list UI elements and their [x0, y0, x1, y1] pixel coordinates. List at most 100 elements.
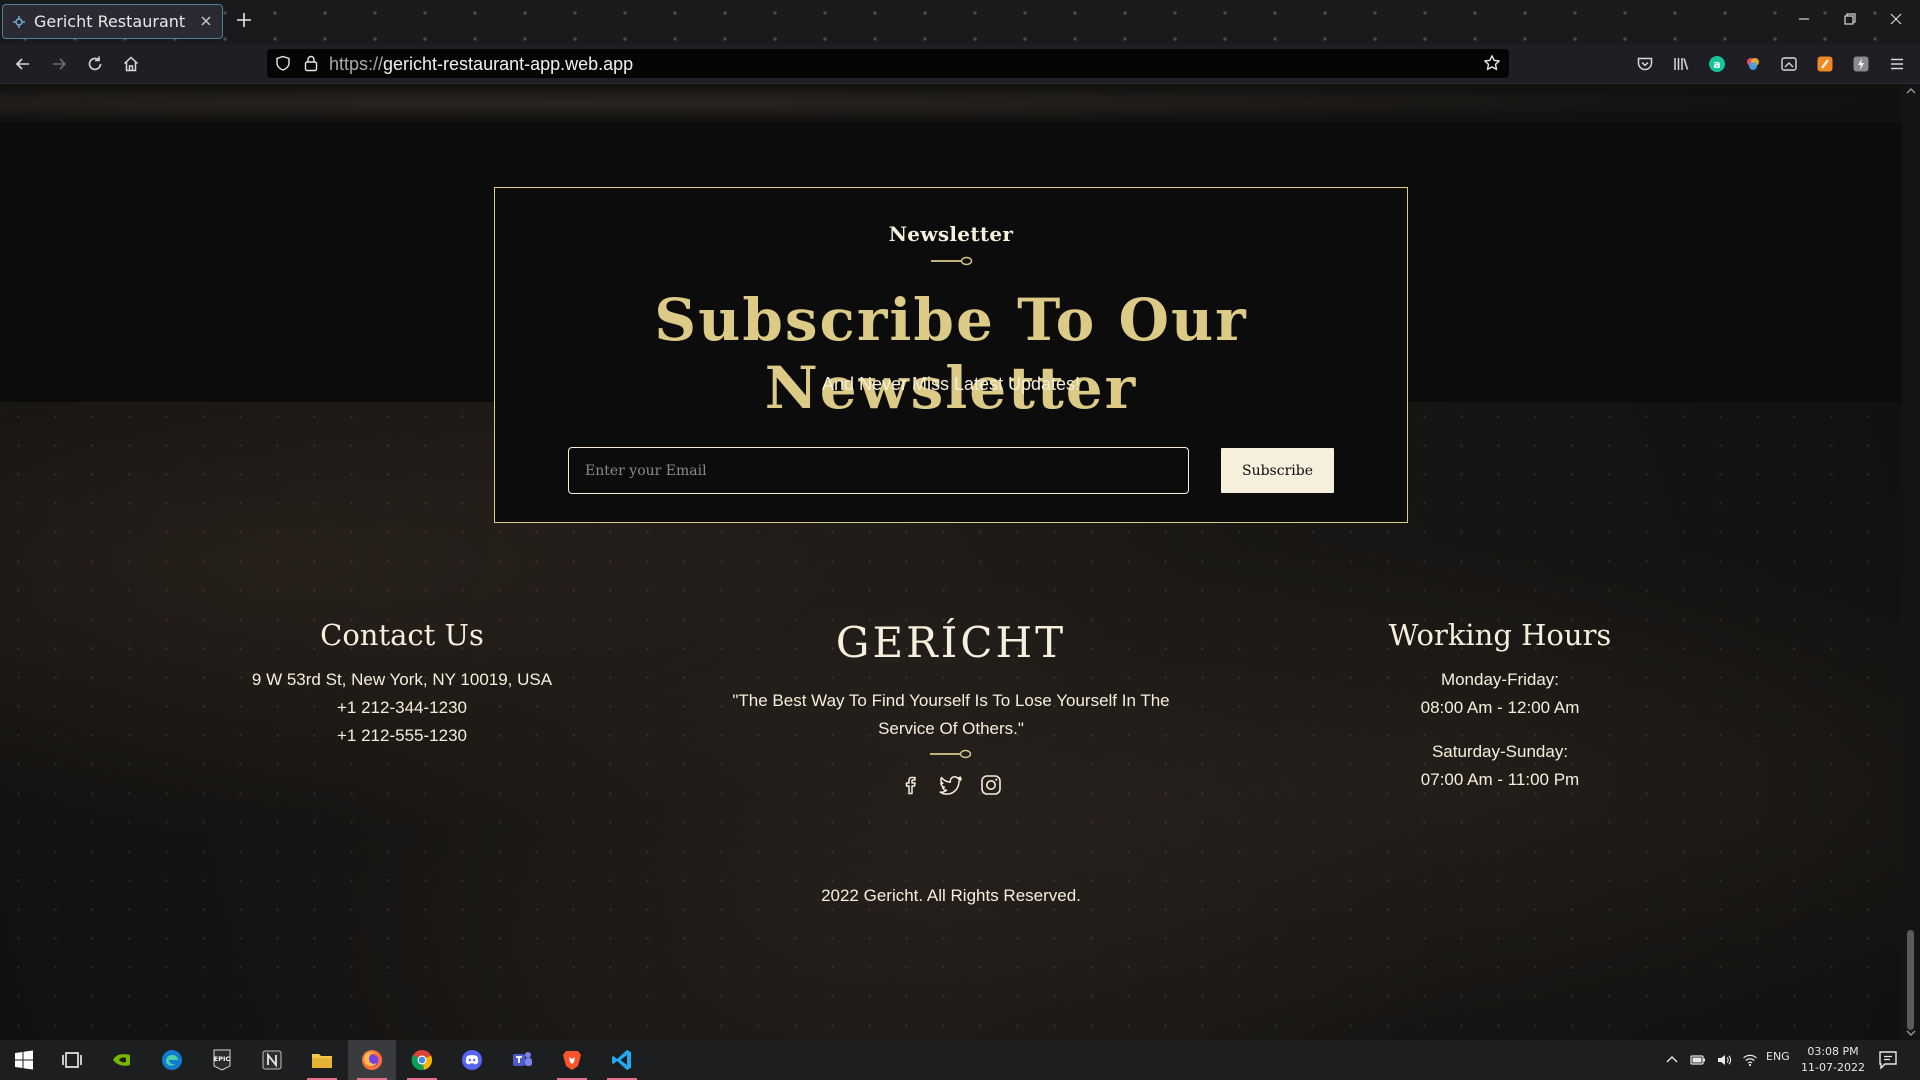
show-hidden-icons-icon[interactable] [1664, 1052, 1680, 1068]
instagram-icon[interactable] [979, 773, 1003, 797]
contact-phone: +1 212-555-1230 [337, 726, 467, 745]
vscode-app[interactable] [598, 1040, 646, 1080]
svg-text:EPIC: EPIC [214, 1055, 231, 1063]
spoon-divider-icon [931, 256, 973, 266]
facebook-icon[interactable] [899, 773, 923, 797]
scrollbar-thumb[interactable] [1907, 930, 1914, 1030]
menu-icon[interactable] [1888, 55, 1906, 73]
brand-quote: "The Best Way To Find Yourself Is To Los… [732, 691, 1170, 738]
svg-text:a: a [1713, 58, 1720, 71]
teams-icon [513, 1052, 532, 1066]
discord-icon [462, 1050, 482, 1070]
windows-start-button[interactable] [0, 1040, 48, 1080]
browser-tab[interactable]: Gericht Restaurant [2, 4, 223, 39]
edge-icon [162, 1050, 182, 1070]
chrome-icon [411, 1050, 433, 1071]
weekend-label: Saturday-Sunday: [1431, 742, 1569, 761]
firefox-app[interactable] [348, 1040, 396, 1080]
close-tab-icon[interactable] [199, 14, 213, 28]
file-explorer-app[interactable] [298, 1040, 346, 1080]
screenshot-extension-icon[interactable] [1780, 55, 1798, 73]
contact-address: 9 W 53rd St, New York, NY 10019, USA [251, 670, 553, 689]
brave-app[interactable] [548, 1040, 596, 1080]
windows-taskbar: EPIC ENG 03:08 PM 11-07-2022 [0, 1040, 1920, 1080]
url-domain: gericht-restaurant-app.web.app [383, 54, 634, 74]
brave-icon [563, 1051, 581, 1070]
language-indicator[interactable]: ENG [1766, 1050, 1790, 1063]
epic-games-app[interactable]: EPIC [198, 1040, 246, 1080]
contact-heading: Contact Us [320, 618, 484, 652]
spoon-divider-icon [930, 749, 972, 759]
task-view-button[interactable] [48, 1040, 96, 1080]
grammarly-icon[interactable]: a [1708, 55, 1726, 73]
favicon-icon [13, 15, 25, 28]
page-content: Newsletter Subscribe To Our Newsletter A… [0, 84, 1902, 1040]
newsletter-title: Subscribe To Our Newsletter [654, 286, 1248, 422]
address-bar[interactable]: https://gericht-restaurant-app.web.app [267, 49, 1509, 78]
library-icon[interactable] [1672, 55, 1690, 73]
contact-phone: +1 212-344-1230 [337, 698, 467, 717]
tracking-protection-icon[interactable] [275, 55, 291, 71]
newsletter-subheading: Newsletter [888, 222, 1014, 246]
back-icon[interactable] [14, 55, 32, 73]
windows-start-icon [15, 1050, 33, 1070]
teams-app[interactable] [498, 1040, 546, 1080]
restore-icon[interactable] [1843, 12, 1857, 26]
wifi-icon[interactable] [1742, 1052, 1758, 1068]
clock-time: 03:08 PM [1807, 1045, 1859, 1058]
notifications-icon[interactable] [1876, 1048, 1900, 1072]
scroll-up-icon[interactable] [1906, 86, 1916, 96]
contact-column: Contact Us 9 W 53rd St, New York, NY 100… [210, 618, 594, 750]
vscode-icon [612, 1050, 631, 1070]
weekend-time: 07:00 Am - 11:00 Pm [1420, 770, 1580, 789]
url-text: https://gericht-restaurant-app.web.app [329, 54, 633, 75]
weekday-label: Monday-Friday: [1440, 670, 1560, 689]
twitter-icon[interactable] [939, 773, 963, 797]
copyright-text: 2022 Gericht. All Rights Reserved. [821, 886, 1081, 905]
newsletter-card: Newsletter Subscribe To Our Newsletter A… [494, 187, 1408, 523]
subscribe-button[interactable]: Subscribe [1221, 448, 1334, 493]
browser-tab-bar: Gericht Restaurant [0, 0, 1920, 44]
working-hours-heading: Working Hours [1388, 618, 1612, 652]
bookmark-star-icon[interactable] [1483, 54, 1501, 72]
clock-date: 11-07-2022 [1801, 1061, 1865, 1074]
browser-nav-bar: https://gericht-restaurant-app.web.app a [0, 44, 1920, 84]
close-window-icon[interactable] [1889, 12, 1903, 26]
working-hours-column: Working Hours Monday-Friday: 08:00 Am - … [1300, 618, 1700, 794]
lock-icon[interactable] [303, 54, 319, 72]
battery-icon[interactable] [1690, 1052, 1706, 1068]
reload-icon[interactable] [86, 55, 104, 73]
url-prefix: https:// [329, 54, 384, 74]
firefox-icon [362, 1050, 382, 1070]
notion-icon [262, 1050, 282, 1070]
extension-orange-icon[interactable] [1816, 55, 1834, 73]
nvidia-app[interactable] [98, 1040, 146, 1080]
nvidia-icon [113, 1054, 130, 1066]
color-picker-extension-icon[interactable] [1744, 55, 1762, 73]
forward-icon[interactable] [50, 55, 68, 73]
task-view-icon [62, 1052, 82, 1068]
notion-app[interactable] [248, 1040, 296, 1080]
email-input[interactable] [568, 447, 1189, 494]
page-scrollbar[interactable] [1902, 84, 1920, 1040]
newsletter-description: And Never Miss Latest Updates! [821, 374, 1081, 394]
discord-app[interactable] [448, 1040, 496, 1080]
file-explorer-icon [312, 1054, 332, 1068]
epic-games-icon: EPIC [213, 1049, 231, 1071]
home-icon[interactable] [122, 55, 140, 73]
new-tab-icon[interactable] [236, 12, 252, 28]
tab-title: Gericht Restaurant [34, 12, 186, 31]
brand-column: GERÍCHT "The Best Way To Find Yourself I… [700, 618, 1202, 797]
extension-gray-icon[interactable] [1852, 55, 1870, 73]
gericht-logo[interactable]: GERÍCHT [700, 618, 1202, 667]
pocket-icon[interactable] [1636, 55, 1654, 73]
minimize-icon[interactable] [1797, 12, 1811, 26]
volume-icon[interactable] [1716, 1052, 1732, 1068]
scroll-down-icon[interactable] [1906, 1028, 1916, 1038]
top-texture-band [0, 84, 1902, 122]
chrome-app[interactable] [398, 1040, 446, 1080]
edge-app[interactable] [148, 1040, 196, 1080]
taskbar-clock[interactable]: 03:08 PM 11-07-2022 [1790, 1044, 1876, 1076]
weekday-time: 08:00 Am - 12:00 Am [1420, 698, 1580, 717]
